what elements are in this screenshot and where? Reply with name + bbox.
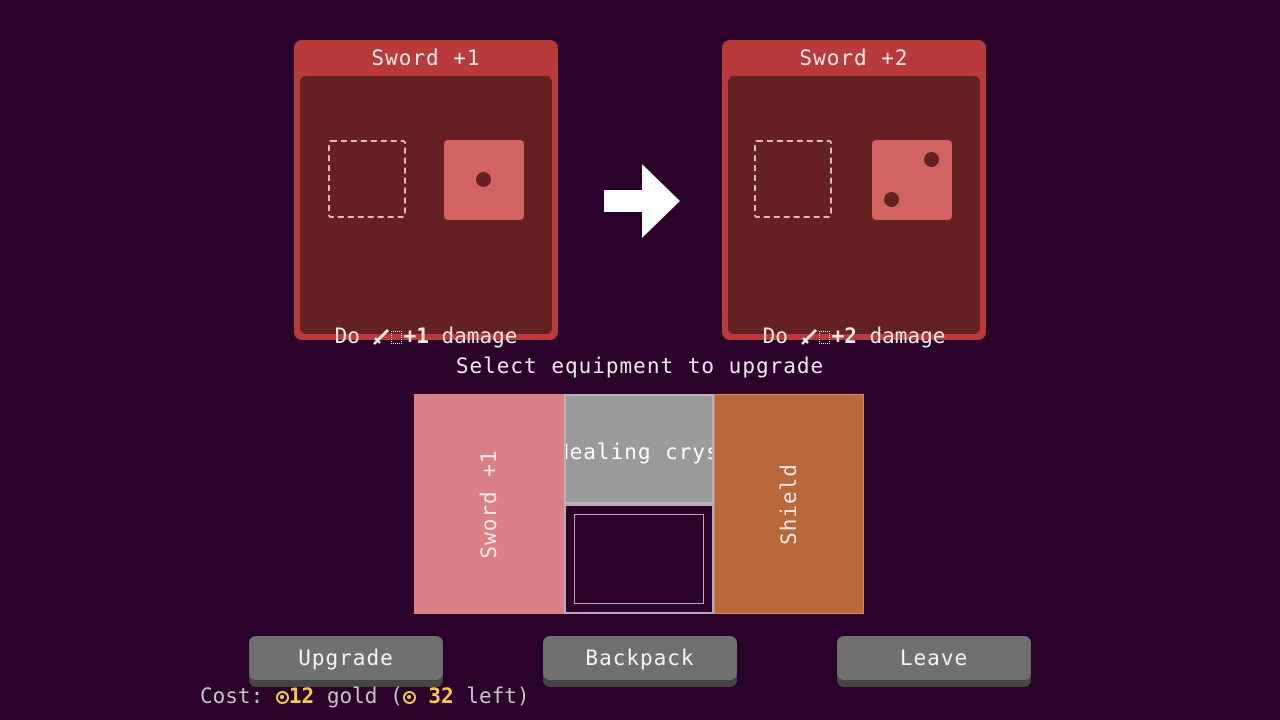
card-body: Do +1 damage [300,76,552,348]
die-pip [884,192,899,207]
gold-coin-icon [275,691,289,704]
equipment-label: Shield [777,463,801,545]
die-face-two [872,140,952,220]
sword-icon [800,328,817,345]
dice-slot-icon [818,331,830,344]
die-face-one [444,140,524,220]
upgrade-cost: Cost: 12 gold ( 32 left) [200,684,530,708]
empty-dice-slot [328,140,406,218]
die-pip [924,152,939,167]
upgrade-button[interactable]: Upgrade [249,636,443,680]
current-equipment-card: Sword +1 Do +1 damage [294,40,558,348]
equipment-label: Healing crystal [564,440,712,464]
right-arrow-icon [604,164,680,238]
select-equipment-prompt: Select equipment to upgrade [455,354,825,378]
card-description: Do +1 damage [334,324,518,348]
dice-slot-icon [390,331,402,344]
gold-coin-icon [402,691,416,704]
card-title: Sword +2 [799,46,909,70]
empty-slot-frame [574,514,704,604]
card-body: Do +2 damage [728,76,980,348]
die-pip [476,172,491,187]
card-description: Do +2 damage [762,324,946,348]
equipment-grid: Sword +1 Healing crystal Shield [414,394,864,614]
empty-equipment-slot[interactable] [564,504,714,614]
equipment-healing-crystal[interactable]: Healing crystal [564,394,714,504]
equipment-sword[interactable]: Sword +1 [414,394,564,614]
upgraded-equipment-card: Sword +2 Do +2 damage [722,40,986,348]
sword-icon [372,328,389,345]
card-title: Sword +1 [371,46,481,70]
equipment-label: Sword +1 [477,449,501,559]
empty-dice-slot [754,140,832,218]
backpack-button[interactable]: Backpack [543,636,737,680]
equipment-shield[interactable]: Shield [714,394,864,614]
leave-button[interactable]: Leave [837,636,1031,680]
